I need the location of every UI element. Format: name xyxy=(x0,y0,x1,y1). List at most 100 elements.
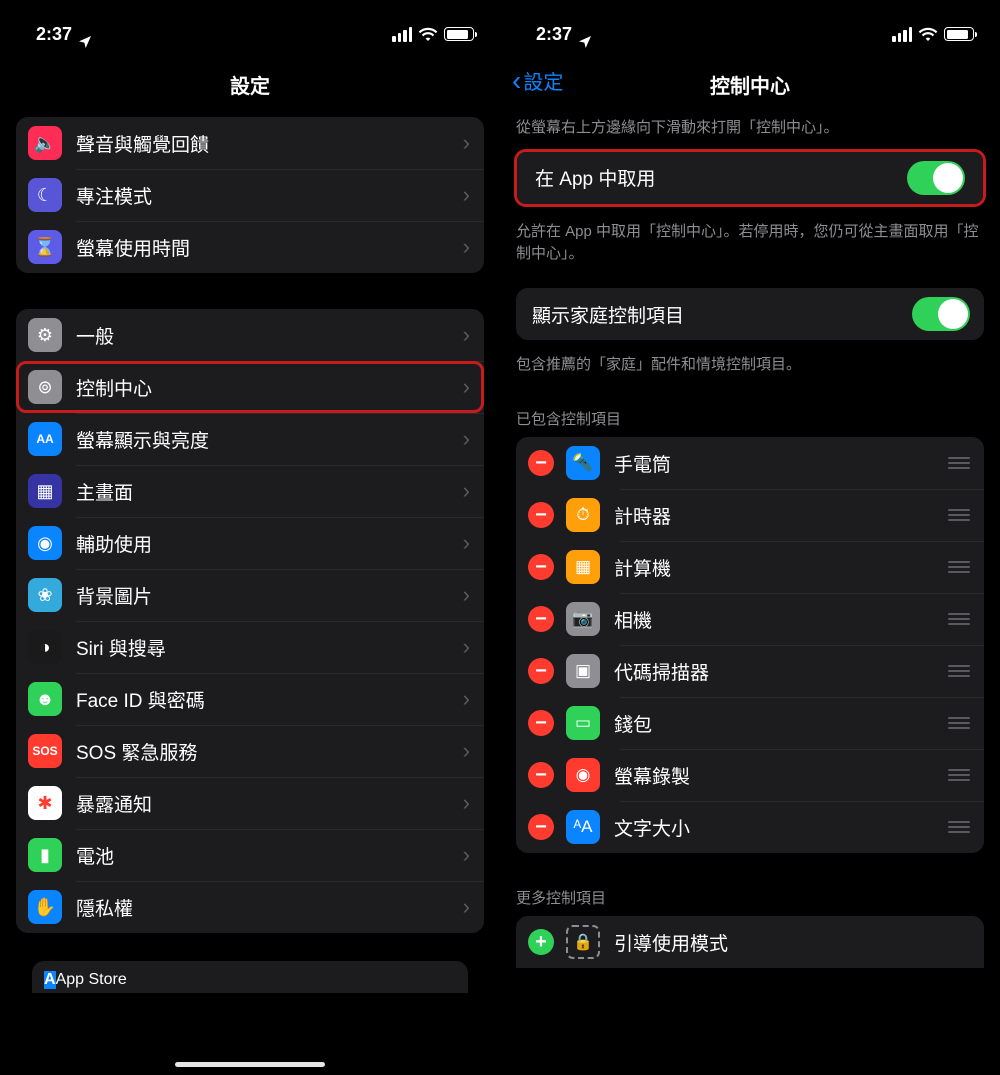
remove-timer-button[interactable]: − xyxy=(528,502,554,528)
cellular-icon xyxy=(392,27,412,42)
cc-row-camera[interactable]: −📷相機 xyxy=(516,593,984,645)
row-access-in-apps[interactable]: 在 App 中取用 xyxy=(517,152,983,204)
chevron-right-icon: › xyxy=(463,130,470,156)
chevron-right-icon: › xyxy=(463,426,470,452)
camera-label: 相機 xyxy=(614,606,948,633)
battery-icon: ▮ xyxy=(28,838,62,872)
remove-calculator-button[interactable]: − xyxy=(528,554,554,580)
timer-icon: ⏱ xyxy=(566,498,600,532)
settings-screen: 2:37 設定 🔈聲音與觸覺回饋›☾專注模式›⌛螢幕使用時間› ⚙一般›⊚控制中… xyxy=(0,0,500,1075)
row-home-screen[interactable]: ▦主畫面› xyxy=(16,465,484,517)
faceid-label: Face ID 與密碼 xyxy=(76,686,463,713)
remove-qr-button[interactable]: − xyxy=(528,658,554,684)
calculator-label: 計算機 xyxy=(614,554,948,581)
wifi-icon xyxy=(418,27,438,41)
remove-flashlight-button[interactable]: − xyxy=(528,450,554,476)
drag-handle-icon[interactable] xyxy=(948,769,970,781)
cc-row-qr[interactable]: −▣代碼掃描器 xyxy=(516,645,984,697)
nav-bar: ‹ 設定 控制中心 xyxy=(500,54,1000,117)
access-in-apps-label: 在 App 中取用 xyxy=(535,164,907,191)
qr-label: 代碼掃描器 xyxy=(614,658,948,685)
nav-title: 設定 xyxy=(0,54,500,117)
cc-row-flashlight[interactable]: −🔦 手電筒 xyxy=(516,437,984,489)
drag-handle-icon[interactable] xyxy=(948,561,970,573)
battery-icon xyxy=(944,27,974,41)
guided-label: 引導使用模式 xyxy=(614,929,970,956)
home-screen-icon: ▦ xyxy=(28,474,62,508)
row-privacy[interactable]: ✋隱私權› xyxy=(16,881,484,933)
sos-label: SOS 緊急服務 xyxy=(76,738,463,765)
remove-camera-button[interactable]: − xyxy=(528,606,554,632)
drag-handle-icon[interactable] xyxy=(948,821,970,833)
chevron-right-icon: › xyxy=(463,322,470,348)
siri-icon: ◑ xyxy=(28,630,62,664)
screenrec-label: 螢幕錄製 xyxy=(614,762,948,789)
row-home-controls[interactable]: 顯示家庭控制項目 xyxy=(516,288,984,340)
drag-handle-icon[interactable] xyxy=(948,717,970,729)
remove-textsize-button[interactable]: − xyxy=(528,814,554,840)
cc-row-guided[interactable]: + 🔒 引導使用模式 xyxy=(516,916,984,968)
home-desc: 包含推薦的「家庭」配件和情境控制項目。 xyxy=(500,346,1000,408)
control-center-label: 控制中心 xyxy=(76,374,463,401)
exposure-icon: ✱ xyxy=(28,786,62,820)
chevron-right-icon: › xyxy=(463,842,470,868)
chevron-right-icon: › xyxy=(463,738,470,764)
row-battery[interactable]: ▮電池› xyxy=(16,829,484,881)
textsize-label: 文字大小 xyxy=(614,814,948,841)
row-faceid[interactable]: ☻Face ID 與密碼› xyxy=(16,673,484,725)
hint-swipe: 從螢幕右上方邊緣向下滑動來打開「控制中心」。 xyxy=(500,117,1000,149)
switch-home-controls[interactable] xyxy=(912,297,970,331)
calculator-icon: ▦ xyxy=(566,550,600,584)
status-bar: 2:37 xyxy=(500,0,1000,54)
textsize-icon: ᴬA xyxy=(566,810,600,844)
drag-handle-icon[interactable] xyxy=(948,509,970,521)
row-wallpaper[interactable]: ❀背景圖片› xyxy=(16,569,484,621)
app-store-icon: A xyxy=(44,971,56,989)
wifi-icon xyxy=(918,27,938,41)
display-label: 螢幕顯示與亮度 xyxy=(76,426,463,453)
status-time: 2:37 xyxy=(536,24,572,45)
control-center-icon: ⊚ xyxy=(28,370,62,404)
cc-row-textsize[interactable]: −ᴬA 文字大小 xyxy=(516,801,984,853)
cc-row-calculator[interactable]: −▦ 計算機 xyxy=(516,541,984,593)
row-general[interactable]: ⚙一般› xyxy=(16,309,484,361)
chevron-right-icon: › xyxy=(463,478,470,504)
row-siri[interactable]: ◑Siri 與搜尋› xyxy=(16,621,484,673)
back-button[interactable]: ‹ 設定 xyxy=(512,66,563,95)
drag-handle-icon[interactable] xyxy=(948,665,970,677)
flashlight-icon: 🔦 xyxy=(566,446,600,480)
row-screentime[interactable]: ⌛螢幕使用時間› xyxy=(16,221,484,273)
row-app-store[interactable]: A App Store xyxy=(32,961,468,993)
remove-wallet-button[interactable]: − xyxy=(528,710,554,736)
chevron-right-icon: › xyxy=(463,634,470,660)
faceid-icon: ☻ xyxy=(28,682,62,716)
control-center-screen: 2:37 ‹ 設定 控制中心 從螢幕右上方邊緣向下滑動來打開「控制中心」。 在 … xyxy=(500,0,1000,1075)
drag-handle-icon[interactable] xyxy=(948,613,970,625)
flashlight-label: 手電筒 xyxy=(614,450,948,477)
drag-handle-icon[interactable] xyxy=(948,457,970,469)
add-guided-button[interactable]: + xyxy=(528,929,554,955)
row-sounds[interactable]: 🔈聲音與觸覺回饋› xyxy=(16,117,484,169)
remove-screenrec-button[interactable]: − xyxy=(528,762,554,788)
cc-row-timer[interactable]: −⏱ 計時器 xyxy=(516,489,984,541)
row-accessibility[interactable]: ◉輔助使用› xyxy=(16,517,484,569)
status-right xyxy=(392,27,474,42)
home-indicator[interactable] xyxy=(175,1062,325,1067)
chevron-right-icon: › xyxy=(463,374,470,400)
privacy-label: 隱私權 xyxy=(76,894,463,921)
chevron-right-icon: › xyxy=(463,182,470,208)
settings-content[interactable]: 🔈聲音與觸覺回饋›☾專注模式›⌛螢幕使用時間› ⚙一般›⊚控制中心›AA螢幕顯示… xyxy=(0,117,500,993)
cc-row-screenrec[interactable]: −◉螢幕錄製 xyxy=(516,749,984,801)
cc-row-wallet[interactable]: −▭錢包 xyxy=(516,697,984,749)
sos-icon: SOS xyxy=(28,734,62,768)
timer-label: 計時器 xyxy=(614,502,948,529)
guided-icon: 🔒 xyxy=(566,925,600,959)
cc-content[interactable]: 從螢幕右上方邊緣向下滑動來打開「控制中心」。 在 App 中取用 允許在 App… xyxy=(500,117,1000,968)
row-control-center[interactable]: ⊚ 控制中心› xyxy=(16,361,484,413)
screentime-label: 螢幕使用時間 xyxy=(76,234,463,261)
switch-access-in-apps[interactable] xyxy=(907,161,965,195)
row-focus[interactable]: ☾專注模式› xyxy=(16,169,484,221)
row-display[interactable]: AA螢幕顯示與亮度› xyxy=(16,413,484,465)
row-exposure[interactable]: ✱暴露通知› xyxy=(16,777,484,829)
row-sos[interactable]: SOS SOS 緊急服務› xyxy=(16,725,484,777)
